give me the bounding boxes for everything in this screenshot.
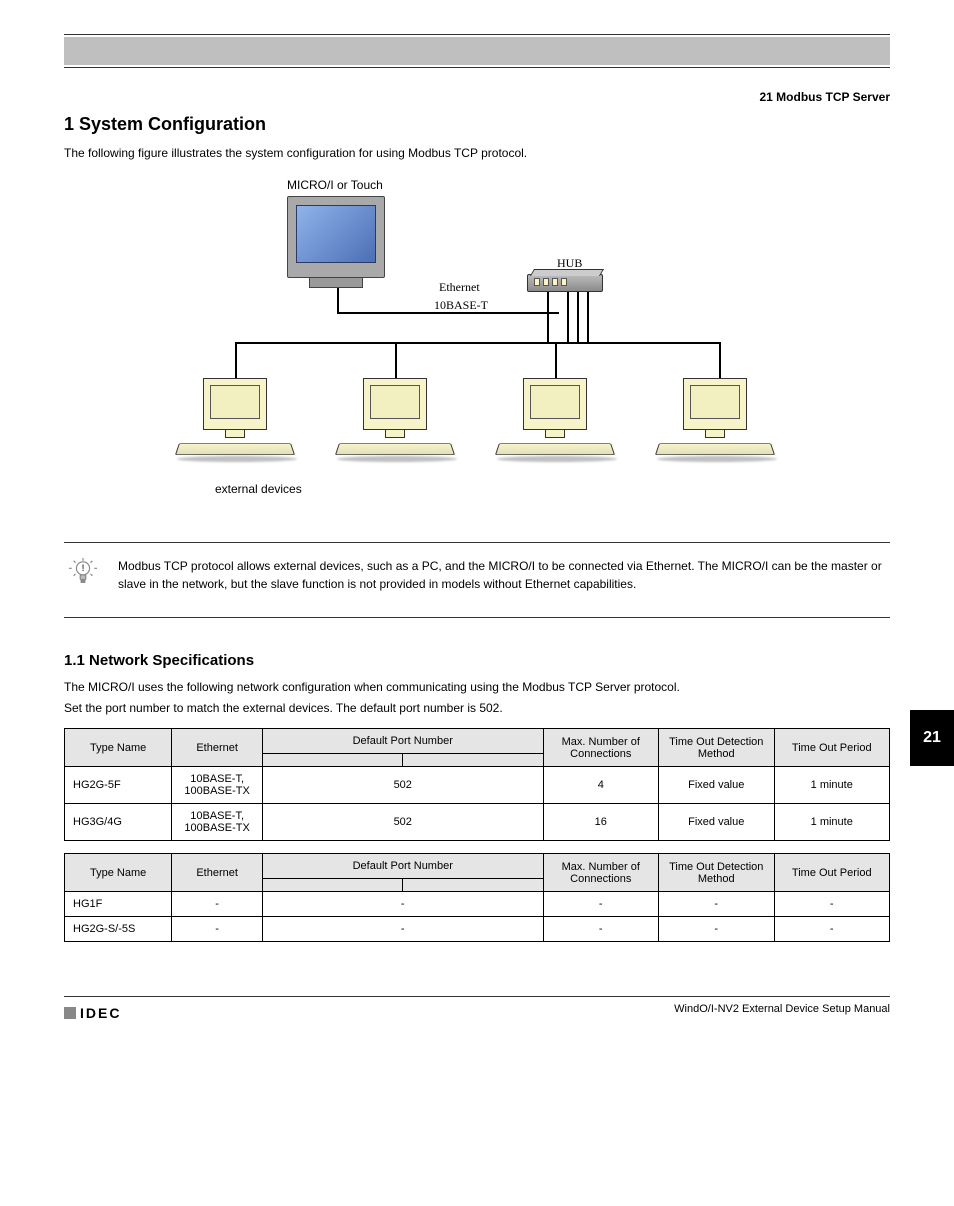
col-port-sub1 — [263, 754, 403, 767]
diagram-device-label: MICRO/I or Touch — [287, 178, 383, 192]
pc-icon — [177, 378, 297, 462]
wire — [337, 288, 339, 312]
col-port: Default Port Number — [263, 729, 544, 754]
wire — [577, 292, 579, 342]
col-type: Type Name — [65, 854, 172, 892]
chapter-heading-right: 21 Modbus TCP Server — [64, 90, 890, 104]
table-row: HG2G-S/-5S - - - - - — [65, 917, 890, 942]
cell: 16 — [543, 804, 659, 841]
cell: Fixed value — [659, 804, 775, 841]
footer-logo-text: IDEC — [80, 1005, 121, 1021]
subsection-body: The MICRO/I uses the following network c… — [64, 679, 890, 696]
subsection-title: 1.1 Network Specifications — [64, 652, 890, 669]
wire — [587, 292, 589, 342]
title-bar-underline — [64, 67, 890, 68]
spec-table-2: Type Name Ethernet Default Port Number M… — [64, 853, 890, 942]
cell: 10BASE-T, 100BASE-TX — [172, 804, 263, 841]
table-row: HG3G/4G 10BASE-T, 100BASE-TX 502 16 Fixe… — [65, 804, 890, 841]
cell: - — [172, 892, 263, 917]
cell: - — [659, 917, 775, 942]
cell: 502 — [263, 767, 544, 804]
wire — [337, 312, 559, 314]
cell: 1 minute — [774, 767, 890, 804]
cell: HG2G-S/-5S — [65, 917, 172, 942]
subsection-port-intro: Set the port number to match the externa… — [64, 700, 890, 717]
cell: HG2G-5F — [65, 767, 172, 804]
hmi-device-icon — [287, 196, 385, 288]
cell: - — [774, 917, 890, 942]
diagram-ethernet-label: Ethernet — [439, 280, 480, 295]
svg-text:!: ! — [81, 563, 84, 573]
pc-icon — [497, 378, 617, 462]
col-port: Default Port Number — [263, 854, 544, 879]
top-rule — [64, 34, 890, 35]
cell: - — [543, 892, 659, 917]
cell: 1 minute — [774, 804, 890, 841]
side-chapter-tab: 21 — [910, 710, 954, 766]
tip-callout: ! Modbus TCP protocol allows external de… — [64, 542, 890, 618]
network-diagram: MICRO/I or Touch HUB Ethernet 10BASE-T e… — [167, 182, 787, 522]
cell: HG1F — [65, 892, 172, 917]
cell: Fixed value — [659, 767, 775, 804]
section-intro: The following figure illustrates the sys… — [64, 145, 890, 162]
cell: - — [774, 892, 890, 917]
table-row: HG1F - - - - - — [65, 892, 890, 917]
table-row: HG2G-5F 10BASE-T, 100BASE-TX 502 4 Fixed… — [65, 767, 890, 804]
wire — [555, 342, 557, 378]
col-type: Type Name — [65, 729, 172, 767]
wire — [395, 342, 397, 378]
col-period: Time Out Period — [774, 729, 890, 767]
side-chapter-label: 21 — [923, 729, 941, 747]
page-footer: IDEC WindO/I-NV2 External Device Setup M… — [64, 996, 890, 1036]
col-method: Time Out Detection Method — [659, 729, 775, 767]
footer-logo: IDEC — [64, 1005, 121, 1021]
cell: - — [263, 917, 544, 942]
diagram-external-label: external devices — [215, 482, 302, 496]
col-eth: Ethernet — [172, 729, 263, 767]
col-period: Time Out Period — [774, 854, 890, 892]
wire — [235, 342, 721, 344]
col-conn: Max. Number of Connections — [543, 729, 659, 767]
col-conn: Max. Number of Connections — [543, 854, 659, 892]
footer-manual-title: WindO/I-NV2 External Device Setup Manual — [674, 1003, 890, 1015]
col-method: Time Out Detection Method — [659, 854, 775, 892]
cell: 4 — [543, 767, 659, 804]
pc-icon — [337, 378, 457, 462]
pc-icon — [657, 378, 777, 462]
col-port-sub2 — [403, 754, 543, 767]
wire — [235, 342, 237, 378]
cell: - — [263, 892, 544, 917]
lightbulb-icon: ! — [68, 557, 98, 589]
wire — [719, 342, 721, 378]
cell: - — [659, 892, 775, 917]
hub-device-icon — [527, 274, 603, 292]
section-title: 1 System Configuration — [64, 114, 890, 135]
wire — [567, 292, 569, 342]
col-port-sub1 — [263, 879, 403, 892]
cell: 502 — [263, 804, 544, 841]
spec-table-1: Type Name Ethernet Default Port Number M… — [64, 728, 890, 841]
wire — [547, 292, 549, 342]
tip-text: Modbus TCP protocol allows external devi… — [118, 557, 890, 593]
cell: - — [172, 917, 263, 942]
cell: - — [543, 917, 659, 942]
logo-square-icon — [64, 1007, 76, 1019]
cell: HG3G/4G — [65, 804, 172, 841]
chapter-title-bar: 21 — [64, 37, 890, 65]
col-eth: Ethernet — [172, 854, 263, 892]
col-port-sub2 — [403, 879, 543, 892]
cell: 10BASE-T, 100BASE-TX — [172, 767, 263, 804]
diagram-base-label: 10BASE-T — [434, 298, 488, 313]
